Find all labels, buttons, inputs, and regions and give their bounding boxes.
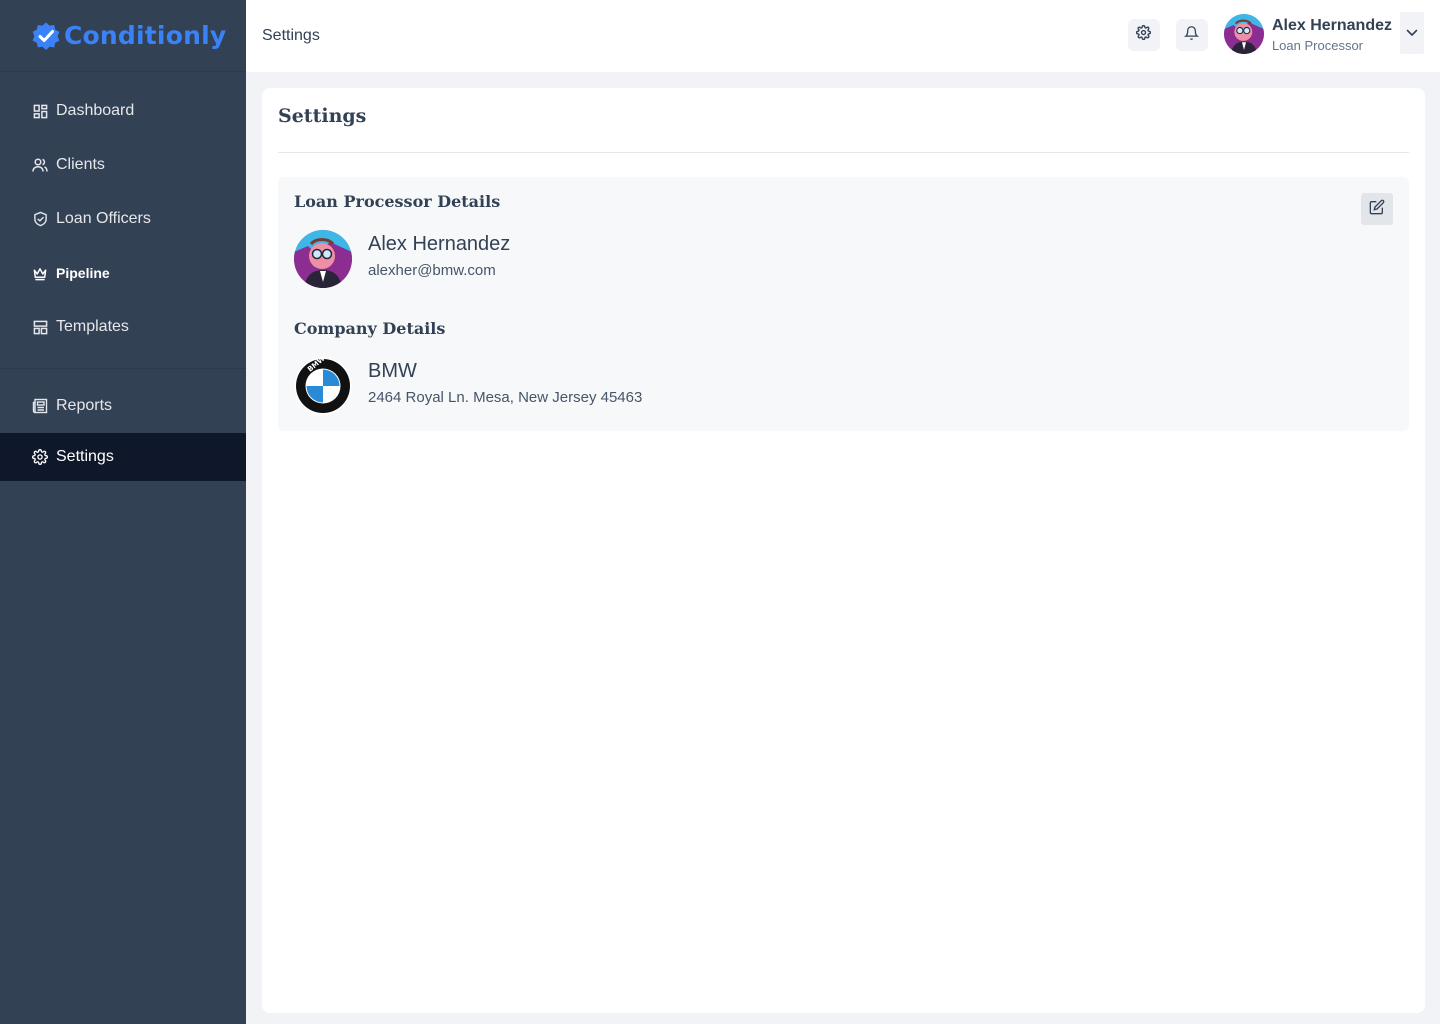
breadcrumb: Settings: [262, 27, 320, 44]
shield-check-icon: [32, 211, 48, 227]
gear-icon: [32, 449, 48, 465]
sidebar-item-loan-officers[interactable]: Loan Officers: [0, 192, 246, 246]
page-title: Settings: [278, 105, 367, 127]
sidebar-item-dashboard[interactable]: Dashboard: [0, 84, 246, 138]
sidebar-item-label: Reports: [56, 397, 113, 414]
app-name: Conditionly: [64, 21, 227, 50]
avatar[interactable]: [1223, 14, 1264, 54]
verified-badge-icon: [30, 20, 62, 52]
divider: [278, 152, 1409, 153]
user-role: Loan Processor: [1271, 38, 1364, 53]
company-address: 2464 Royal Ln. Mesa, New Jersey 45463: [368, 389, 643, 406]
sidebar-item-label: Pipeline: [56, 265, 110, 281]
chevron-down-icon: [1406, 24, 1418, 42]
company-name: BMW: [368, 360, 417, 382]
bell-icon: [1184, 25, 1200, 46]
sidebar-item-templates[interactable]: Templates: [0, 300, 246, 354]
settings-button[interactable]: [1127, 19, 1160, 51]
notifications-button[interactable]: [1175, 19, 1208, 51]
sidebar-item-reports[interactable]: Reports: [0, 379, 246, 433]
details-card: Loan Processor Details Alex Hernandez al…: [278, 177, 1409, 431]
sidebar-item-clients[interactable]: Clients: [0, 138, 246, 192]
user-name: Alex Hernandez: [1271, 17, 1392, 34]
sidebar-divider: [0, 368, 246, 369]
processor-section-title: Loan Processor Details: [294, 192, 501, 211]
user-info[interactable]: Alex Hernandez Loan Processor: [1272, 17, 1392, 53]
sidebar-item-pipeline[interactable]: Pipeline: [0, 246, 246, 300]
sidebar-item-label: Settings: [56, 448, 114, 465]
sidebar-item-settings[interactable]: Settings: [0, 433, 246, 481]
gear-icon: [1136, 24, 1152, 45]
settings-panel: Settings Loan Processor Details Alex Her…: [262, 88, 1425, 1013]
app-logo[interactable]: Conditionly: [0, 0, 246, 72]
user-menu-button[interactable]: [1400, 12, 1424, 54]
templates-icon: [32, 319, 48, 335]
processor-avatar: [294, 230, 352, 288]
sidebar: Conditionly Dashboard Clients Loan Offic…: [0, 0, 246, 1024]
dashboard-icon: [32, 103, 48, 119]
sidebar-item-label: Templates: [56, 318, 129, 335]
crown-icon: [32, 265, 48, 281]
company-logo: BMW: [294, 357, 352, 415]
processor-email: alexher@bmw.com: [368, 262, 496, 279]
reports-icon: [32, 398, 48, 414]
processor-name: Alex Hernandez: [368, 233, 511, 255]
edit-button[interactable]: [1361, 193, 1393, 225]
top-bar: Settings Alex Hernandez Loan Processor: [246, 0, 1440, 72]
sidebar-item-label: Clients: [56, 156, 105, 173]
company-section-title: Company Details: [294, 319, 446, 338]
sidebar-item-label: Dashboard: [56, 102, 135, 119]
sidebar-item-label: Loan Officers: [56, 210, 151, 227]
edit-icon: [1369, 199, 1385, 220]
sidebar-nav: Dashboard Clients Loan Officers Pipeline…: [0, 72, 246, 481]
top-actions: Alex Hernandez Loan Processor: [1127, 12, 1424, 54]
users-icon: [32, 157, 48, 173]
